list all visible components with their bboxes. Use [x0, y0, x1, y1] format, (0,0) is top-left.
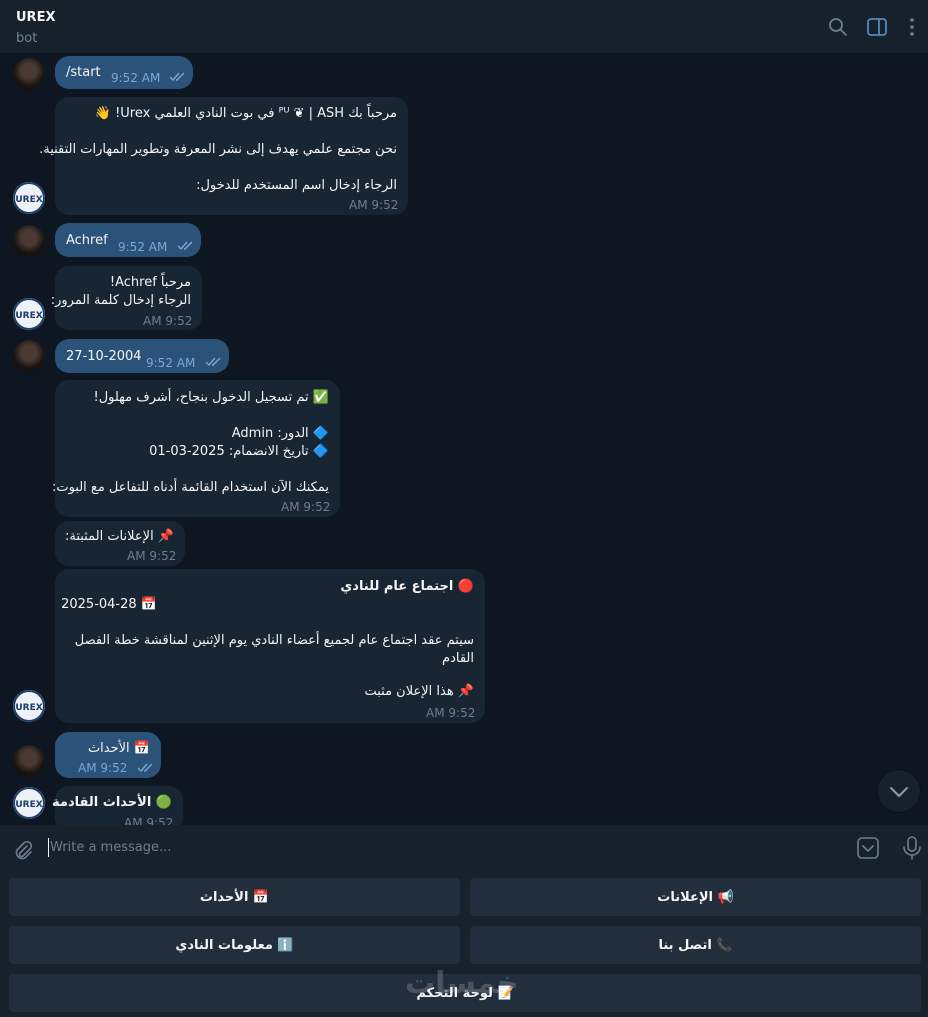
bot-avatar[interactable]: UREX — [13, 298, 45, 330]
message-input[interactable]: Write a message... — [50, 840, 171, 855]
read-checks-icon — [205, 357, 221, 367]
message-time: 9:52 AM — [146, 356, 196, 370]
chat-title[interactable]: UREX — [16, 10, 55, 25]
message-bubble-out[interactable]: 27-10-2004 9:52 AM — [55, 339, 229, 373]
scroll-to-bottom-button[interactable] — [877, 769, 921, 813]
svg-text:UREX: UREX — [15, 703, 42, 713]
message-line: 📌 هذا الإعلان مثبت — [364, 684, 474, 699]
message-text: 📅 الأحداث — [87, 741, 150, 756]
bot-keyboard-icon[interactable] — [857, 837, 879, 859]
bot-avatar[interactable]: UREX — [13, 182, 45, 214]
more-options-icon[interactable] — [901, 16, 923, 38]
search-icon[interactable] — [827, 16, 849, 38]
message-time: 9:52 AM — [111, 71, 161, 85]
message-list[interactable]: /start 9:52 AM مرحباً بك ᴾᵁ ❦ | ASH في ب… — [0, 55, 928, 825]
message-line: الرجاء إدخال اسم المستخدم للدخول: — [196, 178, 397, 193]
message-line: سيتم عقد اجتماع عام لجميع أعضاء النادي ي… — [74, 633, 474, 648]
message-line: القادم — [442, 651, 474, 666]
message-line: يمكنك الآن استخدام القائمة أدناه للتفاعل… — [51, 480, 329, 495]
club-info-button[interactable]: ℹ️ معلومات النادي — [9, 926, 460, 964]
message-bubble-in[interactable]: 🟢 الأحداث القادمة 9:52 AM — [52, 786, 183, 825]
read-checks-icon — [169, 72, 185, 82]
message-text: 27-10-2004 — [66, 349, 142, 364]
contact-button[interactable]: 📞 اتصل بنا — [470, 926, 921, 964]
message-line: نحن مجتمع علمي يهدف إلى نشر المعرفة وتطو… — [39, 142, 397, 157]
message-bubble-out[interactable]: 📅 الأحداث 9:52 AM — [55, 732, 161, 778]
message-bubble-out[interactable]: /start 9:52 AM — [55, 56, 193, 89]
svg-text:UREX: UREX — [15, 311, 42, 321]
attach-icon[interactable] — [12, 839, 34, 861]
message-line: 🔷 تاريخ الانضمام: 2025-03-01 — [149, 444, 329, 459]
message-line: 📌 الإعلانات المثبتة: — [64, 529, 174, 544]
svg-text:UREX: UREX — [15, 195, 42, 205]
read-checks-icon — [137, 763, 153, 773]
message-bubble-in[interactable]: 📌 الإعلانات المثبتة: 9:52 AM — [55, 521, 185, 566]
message-line: 🟢 الأحداث القادمة — [52, 795, 172, 810]
message-time: 9:52 AM — [143, 314, 193, 328]
message-text: /start — [66, 65, 101, 80]
user-avatar[interactable] — [13, 225, 45, 257]
message-time: 9:52 AM — [118, 240, 168, 254]
message-time: 9:52 AM — [124, 816, 174, 825]
watermark-logo: خمسات — [405, 966, 519, 1001]
message-text: Achref — [66, 233, 108, 248]
message-bubble-in[interactable]: مرحباً بك ᴾᵁ ❦ | ASH في بوت النادي العلم… — [39, 97, 408, 215]
microphone-icon[interactable] — [902, 836, 922, 860]
message-bubble-in[interactable]: ✅ تم تسجيل الدخول بنجاح، أشرف مهلول! 🔷 ا… — [51, 380, 340, 517]
svg-text:UREX: UREX — [15, 800, 42, 810]
message-time: 9:52 AM — [127, 549, 177, 563]
user-avatar[interactable] — [13, 58, 45, 90]
message-time: 9:52 AM — [349, 198, 399, 212]
message-line: الرجاء إدخال كلمة المرور: — [50, 293, 191, 308]
read-checks-icon — [177, 241, 193, 251]
message-time: 9:52 AM — [78, 761, 128, 775]
chat-header: UREX bot — [0, 0, 928, 54]
message-line: مرحباً Achref! — [109, 275, 191, 290]
events-button[interactable]: 📅 الأحداث — [9, 878, 460, 916]
text-caret — [48, 838, 49, 857]
message-bubble-in[interactable]: 🔴 اجتماع عام للنادي 📅 2025-04-28 سيتم عق… — [55, 569, 485, 723]
message-time: 9:52 AM — [426, 706, 476, 720]
message-line: ✅ تم تسجيل الدخول بنجاح، أشرف مهلول! — [93, 390, 330, 405]
user-avatar[interactable] — [13, 745, 45, 777]
bot-avatar[interactable]: UREX — [13, 787, 45, 819]
message-bubble-in[interactable]: مرحباً Achref! الرجاء إدخال كلمة المرور:… — [51, 266, 202, 330]
user-avatar[interactable] — [13, 340, 45, 372]
message-line: 📅 2025-04-28 — [61, 597, 157, 612]
message-line: 🔷 الدور: Admin — [231, 426, 329, 441]
message-time: 9:52 AM — [281, 500, 331, 514]
chevron-down-icon — [890, 787, 908, 797]
chat-subtitle: bot — [16, 31, 38, 46]
message-line: 🔴 اجتماع عام للنادي — [340, 579, 474, 594]
bot-avatar[interactable]: UREX — [13, 690, 45, 722]
message-bubble-out[interactable]: Achref 9:52 AM — [55, 223, 201, 257]
message-line: مرحباً بك ᴾᵁ ❦ | ASH في بوت النادي العلم… — [94, 106, 397, 121]
sidebar-toggle-icon[interactable] — [866, 16, 888, 38]
announcements-button[interactable]: 📢 الإعلانات — [470, 878, 921, 916]
